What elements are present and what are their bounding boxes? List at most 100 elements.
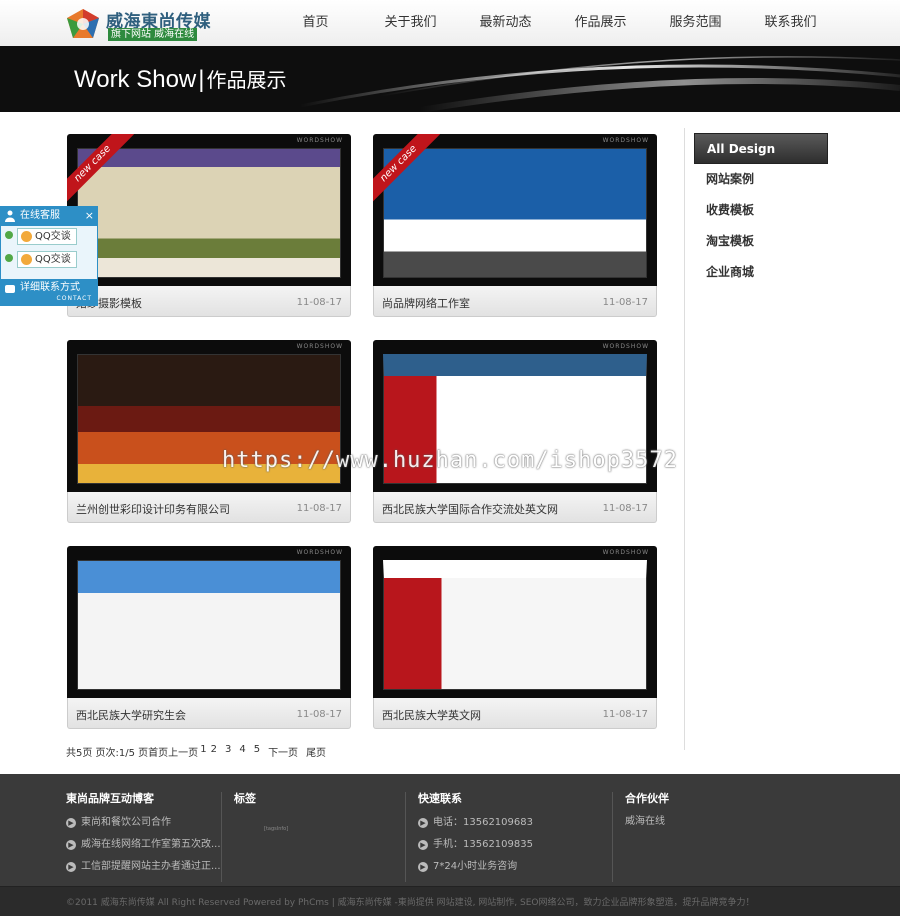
pagination: 共5页 页次:1/5 页首页上一页 1 2 3 4 5 下一页 尾页: [66, 744, 334, 759]
page-link-1[interactable]: 1: [200, 744, 206, 759]
footer-hours: 7*24小时业务咨询: [433, 861, 518, 872]
qq-chat-label: QQ交谈: [35, 231, 71, 242]
nav-news[interactable]: 最新动态: [458, 0, 553, 46]
page-title-cn: 作品展示: [206, 68, 287, 92]
page-banner: Work Show| 作品展示: [0, 46, 900, 112]
qq-chat-button[interactable]: QQ交谈: [17, 228, 77, 245]
work-date: 11-08-17: [296, 709, 342, 720]
work-thumbnail[interactable]: WORDSHOW: [67, 546, 351, 698]
chat-bubble-icon: [5, 285, 15, 293]
category-all-design[interactable]: All Design: [694, 133, 828, 164]
arrow-right-icon: ▶: [418, 840, 428, 850]
work-card[interactable]: WORDSHOW 西北民族大学研究生会 11-08-17: [67, 546, 351, 729]
next-page-link[interactable]: 下一页: [268, 744, 298, 759]
work-date: 11-08-17: [602, 709, 648, 720]
new-case-badge: new case: [373, 134, 441, 204]
main-nav: 首页 关于我们 最新动态 作品展示 服务范围 联系我们: [268, 0, 838, 46]
footer-phone: 电话：13562109683: [433, 817, 533, 828]
new-case-ribbon: new case: [67, 134, 137, 204]
footer-blog-title: 東尚品牌互动博客: [66, 792, 154, 805]
page-link-4[interactable]: 4: [239, 744, 245, 759]
category-enterprise-mall[interactable]: 企业商城: [694, 257, 828, 288]
sidebar-divider: [684, 128, 685, 750]
work-card[interactable]: WORDSHOW 兰州创世彩印设计印务有限公司 11-08-17: [67, 340, 351, 523]
work-caption: 尚品牌网络工作室 11-08-17: [373, 286, 657, 317]
site-header: 威海東尚传媒 旗下网站 威海在线 首页 关于我们 最新动态 作品展示 服务范围 …: [0, 0, 900, 46]
page-title-en: Work Show: [74, 66, 197, 93]
last-page-link[interactable]: 尾页: [306, 744, 326, 759]
page-title: Work Show| 作品展示: [74, 64, 287, 94]
logo-icon: [67, 9, 99, 38]
footer-divider: [405, 792, 406, 882]
thumbnail-mark: WORDSHOW: [602, 137, 649, 144]
footer-partners-title: 合作伙伴: [625, 792, 669, 805]
work-date: 11-08-17: [296, 503, 342, 514]
pagination-summary[interactable]: 共5页 页次:1/5 页首页上一页: [66, 744, 198, 759]
contact-details-button[interactable]: 详细联系方式 CONTACT: [0, 279, 98, 306]
category-paid-templates[interactable]: 收费模板: [694, 195, 828, 226]
nav-works[interactable]: 作品展示: [553, 0, 648, 46]
work-card[interactable]: WORDSHOW 尚品牌网络工作室 11-08-17 new case: [373, 134, 657, 317]
thumbnail-mark: WORDSHOW: [296, 343, 343, 350]
arrow-right-icon: ▶: [66, 818, 76, 828]
footer-contact-title: 快速联系: [418, 792, 462, 805]
site-logo[interactable]: 威海東尚传媒 旗下网站 威海在线: [66, 6, 216, 42]
work-title[interactable]: 西北民族大学英文网: [382, 707, 481, 723]
nav-contact[interactable]: 联系我们: [743, 0, 838, 46]
page-link-2[interactable]: 2: [211, 744, 217, 759]
page-link-3[interactable]: 3: [225, 744, 231, 759]
work-title[interactable]: 兰州创世彩印设计印务有限公司: [76, 501, 230, 517]
contact-details-sublabel: CONTACT: [56, 295, 92, 302]
nav-services[interactable]: 服务范围: [648, 0, 743, 46]
person-icon: [5, 210, 15, 222]
work-caption: 西北民族大学国际合作交流处英文网 11-08-17: [373, 492, 657, 523]
new-case-badge: new case: [67, 134, 135, 204]
work-caption: 西北民族大学研究生会 11-08-17: [67, 698, 351, 729]
close-icon[interactable]: ×: [85, 206, 94, 226]
thumbnail-mark: WORDSHOW: [602, 549, 649, 556]
nav-about[interactable]: 关于我们: [363, 0, 458, 46]
work-card[interactable]: WORDSHOW 婚纱摄影模板 11-08-17 new case: [67, 134, 351, 317]
brand-slogan: 旗下网站 威海在线: [108, 28, 198, 41]
footer-tags: 标签 [tagsInfo]: [234, 790, 288, 832]
work-title[interactable]: 尚品牌网络工作室: [382, 295, 470, 311]
thumbnail-mark: WORDSHOW: [296, 137, 343, 144]
footer-mobile: 手机：13562109835: [433, 839, 533, 850]
work-card[interactable]: WORDSHOW 西北民族大学英文网 11-08-17: [373, 546, 657, 729]
footer-partners: 合作伙伴 威海在线: [625, 790, 669, 827]
footer-blog-link[interactable]: 東尚和餐饮公司合作: [81, 817, 171, 828]
footer-contact-item: ▶ 7*24小时业务咨询: [418, 856, 533, 878]
category-website-cases[interactable]: 网站案例: [694, 164, 828, 195]
service-title: 在线客服: [20, 210, 60, 221]
work-title[interactable]: 西北民族大学国际合作交流处英文网: [382, 501, 558, 517]
service-header: 在线客服 ×: [0, 206, 98, 226]
watermark-text: https://www.huzhan.com/ishop3572: [222, 448, 678, 473]
work-date: 11-08-17: [602, 503, 648, 514]
footer-bottom-bar: ©2011 威海东尚传媒 All Right Reserved Powered …: [0, 886, 900, 916]
nav-home[interactable]: 首页: [268, 0, 363, 46]
footer-partner-link[interactable]: 威海在线: [625, 812, 669, 827]
online-status-icon: [5, 231, 13, 239]
category-taobao-templates[interactable]: 淘宝模板: [694, 226, 828, 257]
service-body: QQ交谈 QQ交谈: [0, 226, 98, 279]
footer-blog-link[interactable]: 威海在线网络工作室第五次改...: [81, 839, 221, 850]
footer-blog-link[interactable]: 工信部提醒网站主办者通过正...: [81, 861, 221, 872]
category-menu: All Design 网站案例 收费模板 淘宝模板 企业商城: [694, 133, 828, 288]
footer-blog-item[interactable]: ▶ 東尚和餐饮公司合作: [66, 812, 221, 834]
footer-divider: [221, 792, 222, 882]
arrow-right-icon: ▶: [66, 840, 76, 850]
page-link-5[interactable]: 5: [254, 744, 260, 759]
work-card[interactable]: WORDSHOW 西北民族大学国际合作交流处英文网 11-08-17: [373, 340, 657, 523]
footer-blog-item[interactable]: ▶ 威海在线网络工作室第五次改...: [66, 834, 221, 856]
qq-icon: [21, 231, 32, 242]
arrow-right-icon: ▶: [418, 818, 428, 828]
footer-contact-item: ▶ 电话：13562109683: [418, 812, 533, 834]
qq-chat-button[interactable]: QQ交谈: [17, 251, 77, 268]
thumbnail-screen: [77, 560, 341, 690]
footer-tags-placeholder: [tagsInfo]: [264, 826, 289, 832]
work-thumbnail[interactable]: WORDSHOW: [373, 546, 657, 698]
work-title[interactable]: 西北民族大学研究生会: [76, 707, 186, 723]
footer-blog-item[interactable]: ▶ 工信部提醒网站主办者通过正...: [66, 856, 221, 878]
footer-divider: [612, 792, 613, 882]
new-case-ribbon: new case: [373, 134, 443, 204]
